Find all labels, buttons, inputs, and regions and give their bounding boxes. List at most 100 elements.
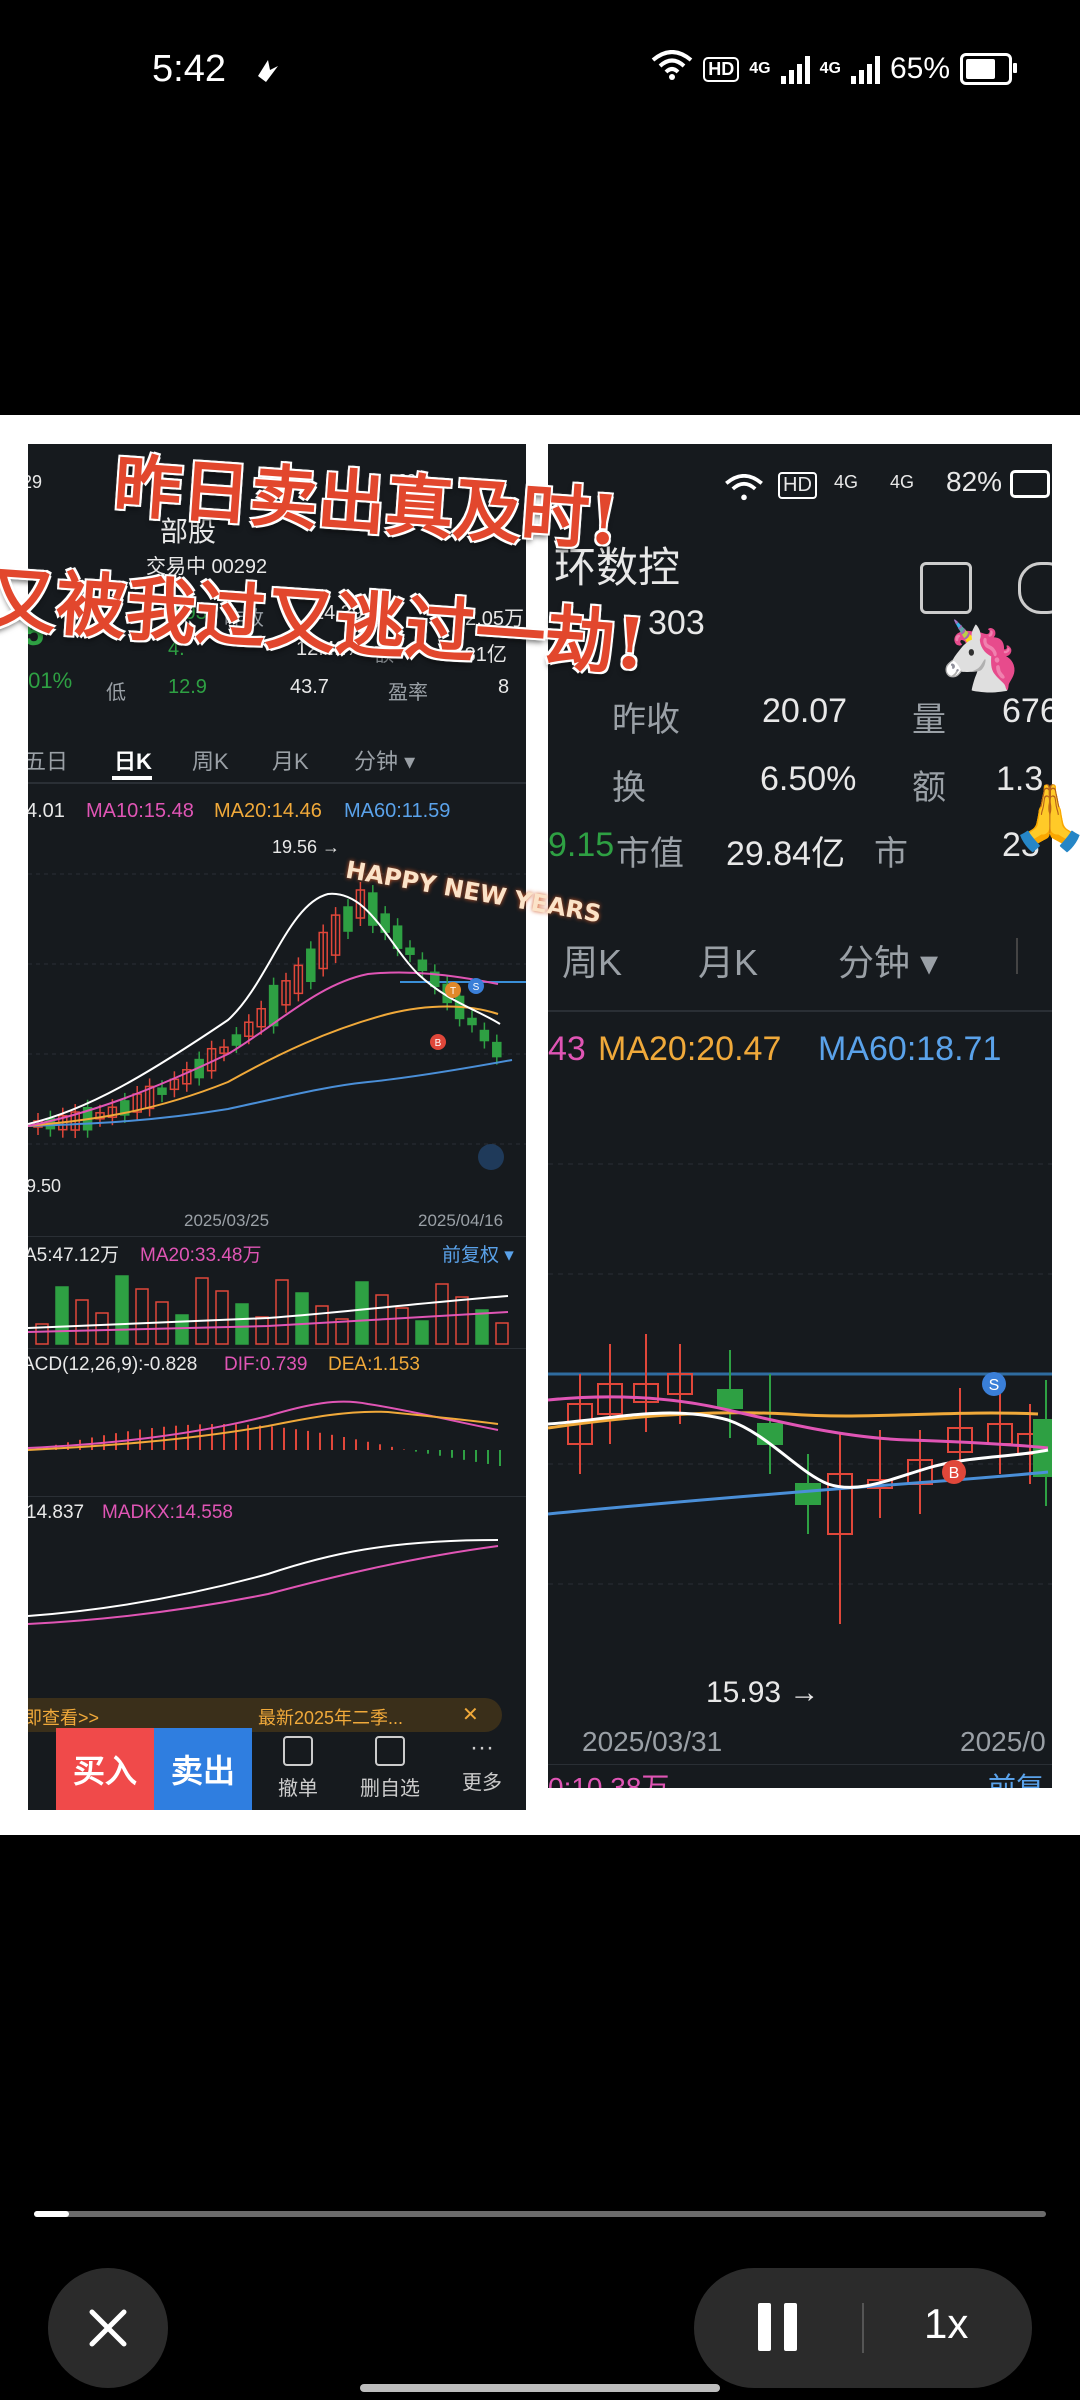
more-icon: ··· <box>470 1734 494 1761</box>
tab-weekly-k[interactable]: 周K <box>562 934 622 986</box>
volume-bar <box>215 1290 229 1345</box>
tab-minute[interactable]: 分钟 ▾ <box>354 744 415 776</box>
marker-s-label: S <box>473 982 480 993</box>
tab-five-day[interactable]: 五日 <box>28 744 68 776</box>
tab-weekly-k[interactable]: 周K <box>192 744 229 776</box>
notification-icon <box>254 56 282 88</box>
pause-button[interactable] <box>758 2303 798 2351</box>
candle <box>467 1010 477 1033</box>
left-date-start: 2025/03/25 <box>184 1211 270 1230</box>
cancel-order-label: 撤单 <box>278 1778 318 1800</box>
left-date-end: 2025/04/16 <box>418 1211 504 1230</box>
volume-bar <box>255 1316 269 1345</box>
more-button[interactable]: ··· 更多 <box>442 1736 522 1795</box>
volume-bar <box>295 1292 309 1345</box>
volume-bar <box>395 1307 409 1345</box>
right-wifi-icon <box>724 474 764 506</box>
candle <box>132 1086 142 1121</box>
status-time: 5:42 <box>152 48 226 90</box>
divider <box>28 1236 526 1237</box>
left-macd-chart <box>28 1400 501 1466</box>
candle <box>318 924 328 977</box>
volume-bar <box>315 1305 329 1345</box>
status-bar: 5:42 HD 4G 4G 65% <box>0 0 1080 140</box>
remove-watchlist-button[interactable]: 删自选 <box>350 1736 430 1801</box>
ad-text[interactable]: 最新2025年二季... <box>258 1704 403 1730</box>
right-ma60-label: MA60:18.71 <box>818 1030 1002 1068</box>
tab-divider <box>28 782 526 784</box>
candle <box>343 899 353 940</box>
quote-cell: 29.84亿 <box>726 835 846 873</box>
tab-underline <box>112 776 152 780</box>
quote-cell: 12.9 <box>168 676 207 698</box>
buy-button[interactable]: 买入 <box>56 1728 154 1810</box>
divider <box>548 1764 1052 1765</box>
video-progress-bar[interactable] <box>34 2211 1046 2217</box>
close-button[interactable] <box>48 2268 168 2388</box>
dif-label: DIF:0.739 <box>224 1354 308 1375</box>
candle <box>757 1374 783 1474</box>
playback-speed-button[interactable]: 1x <box>924 2300 968 2348</box>
controls-divider <box>862 2303 864 2353</box>
remove-watchlist-label: 删自选 <box>360 1778 420 1800</box>
wifi-icon <box>651 50 693 88</box>
pray-emoji: 🙏 <box>1010 781 1080 853</box>
signal-icon-2 <box>850 54 880 84</box>
volume-bar <box>75 1299 89 1345</box>
status-indicators: HD 4G 4G 65% <box>651 50 1017 88</box>
right-ma20-label: MA20:20.47 <box>598 1030 782 1068</box>
marker-s-label: S <box>989 1377 1000 1394</box>
quote-cell: 市值 <box>616 835 684 873</box>
quote-cell: 盈率 <box>388 682 428 704</box>
vol-ma5-label: A5:47.12万 <box>28 1245 120 1266</box>
right-adjust-dropdown[interactable]: 前复 <box>988 1766 1044 1788</box>
volume-bar <box>455 1296 469 1345</box>
tab-monthly-k[interactable]: 月K <box>698 934 758 986</box>
quote-cell: 6.50% <box>760 760 857 798</box>
right-kline-chart[interactable]: S B <box>548 1084 1052 1684</box>
volume-bar <box>175 1314 189 1345</box>
candle <box>827 1434 853 1624</box>
expand-chart-icon[interactable] <box>478 1144 504 1170</box>
right-ma10-label: 43 <box>548 1030 586 1068</box>
home-indicator <box>360 2384 720 2392</box>
volume-bar <box>495 1322 509 1345</box>
volume-bar <box>275 1279 289 1345</box>
volume-bar <box>95 1312 109 1345</box>
candle <box>330 907 341 964</box>
search-icon[interactable] <box>1018 562 1052 614</box>
network-type-2: 4G <box>819 60 841 77</box>
candle <box>479 1022 490 1049</box>
right-battery-icon <box>1010 470 1050 498</box>
vol-ma20-label: MA20:33.48万 <box>140 1245 262 1266</box>
tab-monthly-k[interactable]: 月K <box>272 744 309 776</box>
sell-button[interactable]: 卖出 <box>154 1728 252 1810</box>
quote-cell: 20.07 <box>762 692 848 730</box>
candle <box>169 1071 180 1098</box>
ad-close-icon[interactable]: ✕ <box>462 1702 479 1727</box>
candle <box>368 885 378 934</box>
volume-bar <box>475 1309 489 1345</box>
quote-cell: 量 <box>912 701 946 739</box>
candle <box>182 1061 192 1092</box>
volume-bar <box>415 1320 429 1345</box>
adjust-dropdown[interactable]: 前复权 ▾ <box>442 1240 514 1267</box>
left-high-label: 19.56 → <box>272 837 341 857</box>
left-volume-chart <box>28 1275 509 1345</box>
remove-watchlist-icon <box>375 1736 405 1766</box>
volume-bar <box>355 1281 369 1345</box>
quote-cell: 676 <box>1002 692 1052 730</box>
share-icon[interactable] <box>920 562 972 614</box>
volume-bar <box>115 1275 129 1345</box>
candle <box>306 941 316 990</box>
candle <box>144 1078 155 1117</box>
divider <box>28 1496 526 1497</box>
ma10-label: MA10:15.48 <box>86 800 194 822</box>
tab-daily-k[interactable]: 日K <box>114 744 152 776</box>
right-hd-icon: HD <box>778 472 817 499</box>
ad-link[interactable]: 即查看>> <box>28 1704 99 1730</box>
tab-minute[interactable]: 分钟 ▾ <box>838 934 938 986</box>
unicorn-emoji: 🦄 <box>938 618 1023 694</box>
cancel-order-button[interactable]: 撤单 <box>258 1736 338 1801</box>
close-icon <box>89 2309 127 2347</box>
